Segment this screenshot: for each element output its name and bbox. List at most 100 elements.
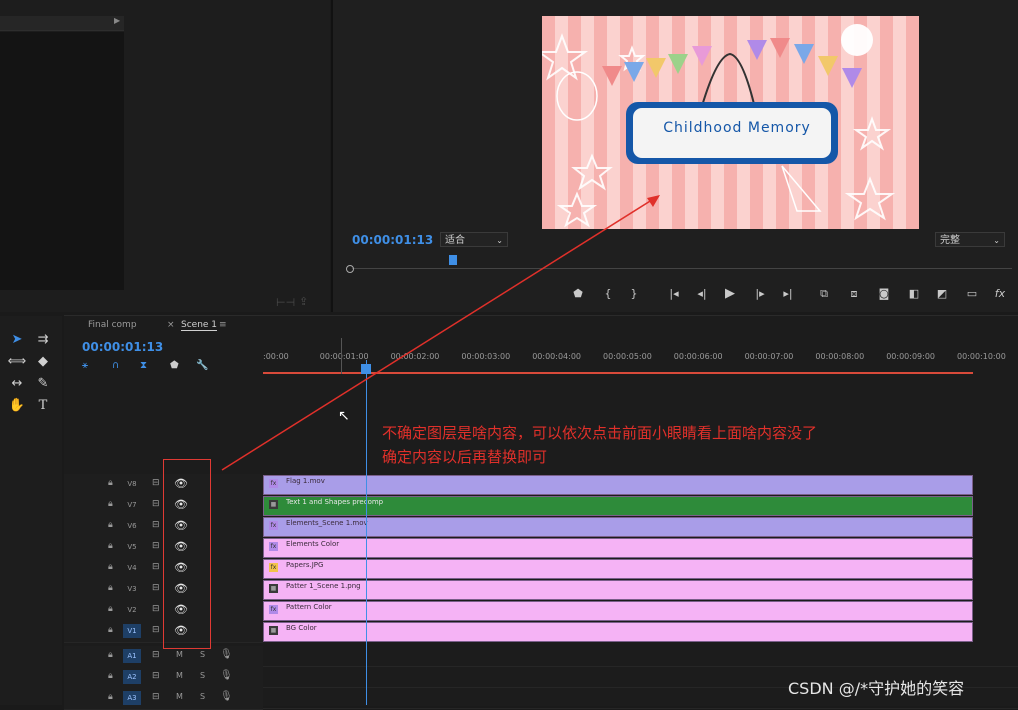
microphone-icon[interactable]: 🎙︎ bbox=[220, 670, 233, 681]
track-target-toggle[interactable]: A1 bbox=[123, 649, 141, 663]
razor-tool-icon[interactable]: ◆ bbox=[32, 352, 54, 372]
sync-lock-icon[interactable]: ⊟ bbox=[152, 520, 160, 530]
step-back-icon[interactable]: ◂| bbox=[692, 285, 712, 303]
playhead-handle[interactable] bbox=[361, 364, 371, 374]
multicam-icon[interactable]: ◩ bbox=[932, 285, 952, 303]
fx-badge-icon[interactable]: fx bbox=[269, 563, 278, 572]
source-export-icon[interactable]: ⇪ bbox=[299, 295, 308, 308]
tab-final-comp[interactable]: Final comp bbox=[88, 320, 137, 330]
timeline-clip[interactable]: fx Papers.JPG bbox=[263, 559, 973, 579]
sync-lock-icon[interactable]: ⊟ bbox=[152, 625, 160, 635]
mute-button[interactable]: M bbox=[176, 671, 183, 680]
timeline-playhead[interactable] bbox=[366, 360, 367, 705]
track-target-toggle[interactable]: V5 bbox=[123, 540, 141, 554]
microphone-icon[interactable]: 🎙︎ bbox=[220, 691, 233, 702]
fx-badge-icon[interactable]: fx bbox=[269, 542, 278, 551]
nest-icon[interactable]: ⚹ bbox=[82, 360, 88, 371]
expand-arrow-icon[interactable]: ▶ bbox=[114, 16, 120, 25]
timeline-timecode[interactable]: 00:00:01:13 bbox=[82, 340, 163, 354]
scrub-bar[interactable] bbox=[352, 268, 1012, 269]
goto-out-icon[interactable]: ▸| bbox=[778, 285, 798, 303]
mute-button[interactable]: M bbox=[176, 692, 183, 701]
pen-tool-icon[interactable]: ✎ bbox=[32, 374, 54, 394]
microphone-icon[interactable]: 🎙︎ bbox=[220, 649, 233, 660]
sync-lock-icon[interactable]: ⊟ bbox=[152, 650, 160, 660]
add-marker-icon[interactable]: ⬟ bbox=[170, 360, 179, 371]
marker-icon[interactable]: ⬟ bbox=[568, 285, 588, 303]
timeline-clip[interactable]: fx Elements Color bbox=[263, 538, 973, 558]
timeline-clip[interactable]: fx Elements_Scene 1.mov bbox=[263, 517, 973, 537]
tab-scene-1[interactable]: Scene 1 bbox=[181, 320, 218, 331]
fx-badge-icon[interactable]: ■ bbox=[269, 500, 278, 509]
fx-badge-icon[interactable]: fx bbox=[269, 479, 278, 488]
track-target-toggle[interactable]: V4 bbox=[123, 561, 141, 575]
sync-lock-icon[interactable]: ⊟ bbox=[152, 499, 160, 509]
linked-selection-icon[interactable]: ⧗ bbox=[140, 360, 147, 371]
out-point-icon[interactable]: } bbox=[624, 285, 644, 303]
audio-track-header[interactable]: 🔒︎ A1 ⊟ M S 🎙︎ bbox=[64, 646, 263, 668]
timeline-clip[interactable]: ■ Text 1 and Shapes precomp bbox=[263, 496, 973, 516]
zoom-handle-icon[interactable] bbox=[346, 265, 354, 273]
slip-tool-icon[interactable]: ↔ bbox=[6, 374, 28, 394]
program-playhead[interactable] bbox=[449, 255, 457, 265]
mute-button[interactable]: M bbox=[176, 650, 183, 659]
close-icon[interactable]: × bbox=[167, 320, 175, 330]
fx-badge-icon[interactable]: ■ bbox=[269, 626, 278, 635]
timeline-clip[interactable]: fx Flag 1.mov bbox=[263, 475, 973, 495]
lock-icon[interactable]: 🔒︎ bbox=[108, 583, 113, 593]
track-target-toggle[interactable]: V8 bbox=[123, 477, 141, 491]
track-target-toggle[interactable]: A2 bbox=[123, 670, 141, 684]
solo-button[interactable]: S bbox=[200, 671, 205, 680]
track-target-toggle[interactable]: V3 bbox=[123, 582, 141, 596]
lock-icon[interactable]: 🔒︎ bbox=[108, 625, 113, 635]
track-target-toggle[interactable]: A3 bbox=[123, 691, 141, 705]
goto-in-icon[interactable]: |◂ bbox=[664, 285, 684, 303]
hand-tool-icon[interactable]: ✋ bbox=[6, 396, 28, 416]
sync-lock-icon[interactable]: ⊟ bbox=[152, 583, 160, 593]
timeline-clip[interactable]: fx Pattern Color bbox=[263, 601, 973, 621]
lift-icon[interactable]: ⧉ bbox=[814, 285, 834, 303]
source-insert-icon[interactable]: ⊢⊣ bbox=[276, 296, 295, 309]
selection-tool-icon[interactable]: ➤ bbox=[6, 330, 28, 350]
solo-button[interactable]: S bbox=[200, 650, 205, 659]
fx-icon[interactable]: fx bbox=[990, 285, 1010, 303]
wrench-icon[interactable]: 🔧 bbox=[196, 360, 208, 371]
extract-icon[interactable]: ⧈ bbox=[844, 285, 864, 303]
snap-icon[interactable]: ∩ bbox=[112, 360, 119, 371]
ripple-edit-tool-icon[interactable]: ⟺ bbox=[6, 352, 28, 372]
lock-icon[interactable]: 🔒︎ bbox=[108, 604, 113, 614]
solo-button[interactable]: S bbox=[200, 692, 205, 701]
sync-lock-icon[interactable]: ⊟ bbox=[152, 541, 160, 551]
track-target-toggle[interactable]: V6 bbox=[123, 519, 141, 533]
sync-lock-icon[interactable]: ⊟ bbox=[152, 604, 160, 614]
play-icon[interactable]: ▶ bbox=[720, 285, 740, 303]
safe-margins-icon[interactable]: ▭ bbox=[962, 285, 982, 303]
sync-lock-icon[interactable]: ⊟ bbox=[152, 562, 160, 572]
lock-icon[interactable]: 🔒︎ bbox=[108, 478, 113, 488]
quality-dropdown[interactable]: 完整 ⌄ bbox=[935, 232, 1005, 247]
lock-icon[interactable]: 🔒︎ bbox=[108, 650, 113, 660]
in-point-icon[interactable]: { bbox=[598, 285, 618, 303]
program-timecode[interactable]: 00:00:01:13 bbox=[352, 233, 433, 247]
lock-icon[interactable]: 🔒︎ bbox=[108, 541, 113, 551]
lock-icon[interactable]: 🔒︎ bbox=[108, 562, 113, 572]
track-target-toggle[interactable]: V2 bbox=[123, 603, 141, 617]
sync-lock-icon[interactable]: ⊟ bbox=[152, 692, 160, 702]
track-target-toggle[interactable]: V7 bbox=[123, 498, 141, 512]
audio-track-lane[interactable] bbox=[263, 646, 1018, 667]
panel-menu-icon[interactable]: ≡ bbox=[219, 320, 227, 330]
timeline-clip[interactable]: ■ Patter 1_Scene 1.png bbox=[263, 580, 973, 600]
track-target-toggle[interactable]: V1 bbox=[123, 624, 141, 638]
sync-lock-icon[interactable]: ⊟ bbox=[152, 478, 160, 488]
track-select-tool-icon[interactable]: ⇉ bbox=[32, 330, 54, 350]
lock-icon[interactable]: 🔒︎ bbox=[108, 520, 113, 530]
sync-lock-icon[interactable]: ⊟ bbox=[152, 671, 160, 681]
lock-icon[interactable]: 🔒︎ bbox=[108, 499, 113, 509]
compare-icon[interactable]: ◧ bbox=[904, 285, 924, 303]
fx-badge-icon[interactable]: fx bbox=[269, 605, 278, 614]
type-tool-icon[interactable]: T bbox=[32, 396, 54, 416]
timeline-clip[interactable]: ■ BG Color bbox=[263, 622, 973, 642]
fx-badge-icon[interactable]: ■ bbox=[269, 584, 278, 593]
step-forward-icon[interactable]: |▸ bbox=[750, 285, 770, 303]
lock-icon[interactable]: 🔒︎ bbox=[108, 671, 113, 681]
